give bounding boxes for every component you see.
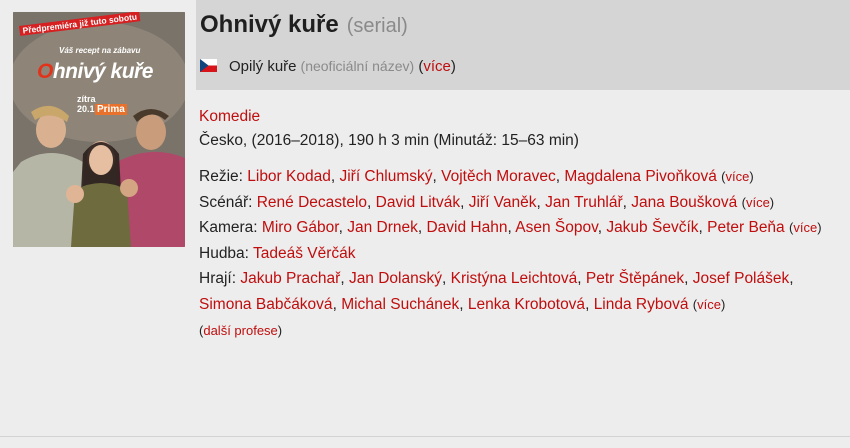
- music-row: Hudba: Tadeáš Věrčák: [199, 241, 839, 267]
- film-detail-page: Předpremiéra již tuto sobotu Váš recept …: [0, 0, 850, 448]
- alternate-title-row: Opilý kuře (neoficiální název) (více): [200, 58, 456, 75]
- more-link[interactable]: více: [746, 195, 770, 210]
- directors-row: Režie: Libor Kodad, Jiří Chlumský, Vojtě…: [199, 168, 754, 185]
- person-link[interactable]: David Litvák: [376, 194, 460, 211]
- person-link[interactable]: Tadeáš Věrčák: [253, 245, 356, 262]
- bottom-divider: [0, 436, 850, 437]
- camera-label: Kamera:: [199, 219, 258, 237]
- camera-more: (více): [789, 220, 822, 236]
- person-link[interactable]: Jiří Vaněk: [469, 194, 537, 211]
- person-link[interactable]: Kristýna Leichtová: [451, 270, 578, 287]
- more-titles-link[interactable]: více: [423, 58, 451, 75]
- origin-line: Česko, (2016–2018), 190 h 3 min (Minutáž…: [199, 132, 579, 149]
- person-link[interactable]: René Decastelo: [257, 194, 367, 211]
- cast-row: Hrají: Jakub Prachař, Jan Dolanský, Kris…: [199, 270, 794, 313]
- genre-link[interactable]: Komedie: [199, 104, 260, 130]
- person-link[interactable]: Libor Kodad: [247, 168, 331, 185]
- poster-logo-first-letter: O: [37, 60, 53, 83]
- more-link[interactable]: více: [697, 297, 721, 312]
- person-link[interactable]: Magdalena Pivoňková: [564, 168, 717, 185]
- person-link[interactable]: Jiří Chlumský: [339, 168, 432, 185]
- alternate-title-note: (neoficiální název): [300, 58, 415, 74]
- writers-row: Scénář: René Decastelo, David Litvák, Ji…: [199, 193, 775, 211]
- poster-tagline: Váš recept na zábavu: [59, 46, 141, 55]
- writers-more: (více): [741, 194, 775, 210]
- cast-more: (více): [692, 296, 726, 312]
- directors-more: (více): [721, 169, 754, 184]
- cast-label: Hrají:: [199, 270, 237, 288]
- poster-logo-rest: hnivý: [52, 60, 106, 83]
- music-label: Hudba:: [199, 244, 249, 262]
- person-link[interactable]: Asen Šopov: [515, 219, 597, 236]
- writers-label: Scénář:: [199, 193, 253, 211]
- person-link[interactable]: Michal Suchánek: [341, 296, 459, 313]
- poster-logo: Ohnivý kuře: [37, 60, 153, 84]
- person-link[interactable]: Simona Babčáková: [199, 296, 333, 313]
- other-professions: (další profese): [199, 322, 283, 338]
- person-link[interactable]: Jakub Prachař: [240, 270, 340, 287]
- crew-section: Režie: Libor Kodad, Jiří Chlumský, Vojtě…: [199, 164, 839, 343]
- person-link[interactable]: Miro Gábor: [262, 219, 339, 236]
- other-professions-link[interactable]: další profese: [203, 323, 277, 338]
- person-link[interactable]: Jan Truhlář: [545, 194, 623, 211]
- poster-logo-rest-2: kuře: [110, 60, 154, 83]
- poster-image[interactable]: Předpremiéra již tuto sobotu Váš recept …: [13, 12, 185, 247]
- film-title: Ohnivý kuře: [200, 11, 339, 38]
- person-link[interactable]: Lenka Krobotová: [468, 296, 585, 313]
- person-link[interactable]: Jan Drnek: [347, 219, 418, 236]
- more-link[interactable]: více: [793, 220, 817, 235]
- person-link[interactable]: Josef Polášek: [693, 270, 790, 287]
- poster-airtime-day: zítra: [77, 94, 96, 104]
- alternate-title: Opilý kuře: [229, 58, 297, 75]
- film-type: (serial): [346, 15, 408, 37]
- person-link[interactable]: Peter Beňa: [707, 219, 785, 236]
- camera-row: Kamera: Miro Gábor, Jan Drnek, David Hah…: [199, 219, 822, 237]
- person-link[interactable]: Jan Dolanský: [349, 270, 442, 287]
- czech-flag-icon: [200, 59, 217, 72]
- more-link[interactable]: více: [726, 169, 750, 184]
- directors-label: Režie:: [199, 168, 243, 185]
- person-link[interactable]: Petr Štěpánek: [586, 270, 684, 287]
- person-link[interactable]: David Hahn: [426, 219, 507, 236]
- title-row: Ohnivý kuře (serial): [200, 11, 408, 39]
- poster-channel-logo: Prima: [95, 104, 127, 115]
- film-header: Ohnivý kuře (serial) Opilý kuře (neoficiál…: [196, 0, 850, 90]
- person-link[interactable]: Jakub Ševčík: [606, 219, 698, 236]
- person-link[interactable]: Linda Rybová: [594, 296, 689, 313]
- person-link[interactable]: Vojtěch Moravec: [441, 168, 556, 185]
- paren-close: ): [450, 58, 456, 75]
- person-link[interactable]: Jana Boušková: [631, 194, 737, 211]
